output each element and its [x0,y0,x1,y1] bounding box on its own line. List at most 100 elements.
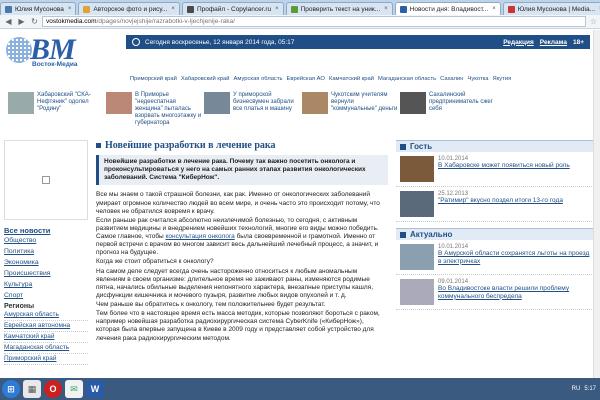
region-link[interactable]: Амурская область [4,310,88,321]
article-lead: Новейшие разработки в лечение рака. Поче… [96,155,388,186]
guest-section-header: Гость [396,140,596,152]
browser-tab[interactable]: Проверить текст на уник... × [285,2,393,15]
news-thumbnail [400,279,434,305]
news-item-text: 09.01.2014 Во Владивостоке власти решили … [438,279,592,305]
region-link[interactable]: Приморский край [130,76,177,86]
teaser-thumbnail [8,92,34,114]
news-teaser[interactable]: У приморской бизнесвумен забрали все пла… [204,92,302,134]
mail-icon[interactable]: ✉ [65,380,83,398]
tab-close-icon[interactable]: × [275,6,279,12]
browser-tab[interactable]: Юлия Мусонова × [0,2,77,15]
region-link[interactable]: Приморский край [4,354,88,365]
reload-icon[interactable]: ↻ [29,16,40,27]
news-teaser[interactable]: Сахалинский предприниматель сжег себя [400,92,498,134]
category-list: Общество Политика Экономика Происшествия Кул… [4,235,88,301]
region-link[interactable]: Чукотка [467,76,488,86]
category-link[interactable]: Политика [4,246,88,257]
browser-tab[interactable]: Юлия Мусонова | Media...× [502,2,600,15]
news-headline[interactable]: В Хабаровске может появиться новый роль [438,162,570,170]
url-path: /dpages/novjejshije/razrabotki-v-ljechje… [96,18,235,25]
news-item[interactable]: 09.01.2014 Во Владивостоке власти решили … [396,275,596,310]
tab-title: Профайл - Copylancer.ru [196,5,272,13]
news-thumbnail [400,191,434,217]
tab-favicon-icon [399,5,407,13]
site-header: ВМ Восток-Медиа Сегодня воскресенье, 12 … [0,29,600,71]
news-teaser[interactable]: Хабаровский "СКА-Нефтяник" одолел "Родин… [8,92,106,134]
word-icon[interactable]: W [86,380,104,398]
browser-tab[interactable]: Авторское фото и рису... × [78,2,180,15]
tab-favicon-icon [507,5,515,13]
tab-title: Авторское фото и рису... [93,5,168,13]
region-nav: Приморский край Хабаровский край Амурская … [130,76,600,86]
category-link[interactable]: Экономика [4,257,88,268]
system-tray: RU 5:17 [568,386,600,392]
teaser-thumbnail [204,92,230,114]
news-teaser[interactable]: Чукотским учителям вернули "коммунальные… [302,92,400,134]
news-item[interactable]: 10.01.2014 В Хабаровске может появиться н… [396,152,596,187]
region-link[interactable]: Камчатский край [329,76,374,86]
date-bar: Сегодня воскресенье, 12 января 2014 года… [126,35,590,49]
site-logo[interactable]: ВМ Восток-Медиа [6,33,116,69]
page-scrollbar[interactable] [593,30,600,378]
language-indicator[interactable]: RU [572,386,581,392]
teaser-headline[interactable]: Сахалинский предприниматель сжег себя [429,92,498,134]
taskbar: ⊞ ▦ O ✉ W RU 5:17 [0,378,600,400]
all-news-link[interactable]: Все новости [4,226,88,235]
browser-tab[interactable]: Новости дня: Владивост... × [394,2,501,15]
tab-close-icon[interactable]: × [68,6,72,12]
forward-icon[interactable]: ▶ [16,16,27,27]
category-link[interactable]: Происшествия [4,268,88,279]
category-link[interactable]: Общество [4,235,88,246]
bookmark-star-icon[interactable]: ☆ [590,17,597,26]
tray-time: 5:17 [584,386,596,392]
news-item[interactable]: 25.12.2013 "Ратимир" вкусно поздел итоги … [396,187,596,222]
region-link[interactable]: Магаданская область [4,343,88,354]
news-thumbnail [400,244,434,270]
paragraph: Если раньше рак считался абсолютно неизл… [96,217,388,258]
region-link[interactable]: Хабаровский край [181,76,230,86]
actual-section-header: Актуально [396,228,596,240]
tab-close-icon[interactable]: × [492,6,496,12]
news-headline[interactable]: Во Владивостоке власти решили проблему к… [438,285,592,301]
editorial-link[interactable]: Редакция [503,39,534,46]
news-headline[interactable]: В Амурской области сохранятся льготы на … [438,250,592,266]
region-link[interactable]: Еврейская автономна [4,321,88,332]
teaser-headline[interactable]: У приморской бизнесвумен забрали все пла… [233,92,302,134]
back-icon[interactable]: ◀ [3,16,14,27]
title-bullet-icon [96,143,101,148]
opera-icon[interactable]: O [44,380,62,398]
tab-favicon-icon [186,5,194,13]
region-link[interactable]: Сахалин [440,76,463,86]
news-teasers: Хабаровский "СКА-Нефтяник" одолел "Родин… [8,92,596,134]
region-link[interactable]: Амурская область [234,76,283,86]
news-headline[interactable]: "Ратимир" вкусно поздел итоги 13-го года [438,197,563,205]
paragraph: На самом деле следует всегда очень насто… [96,267,374,299]
article-title-text: Новейшие разработки в лечение рака [105,140,276,151]
teaser-headline[interactable]: В Приморье "недееспатная женщина" пытала… [135,92,204,134]
address-bar: ◀ ▶ ↻ vostokmedia.com/dpages/novjejshije… [0,15,600,29]
section-bullet-icon [400,231,406,238]
url-field[interactable]: vostokmedia.com/dpages/novjejshije/razra… [42,16,586,27]
category-link[interactable]: Культура [4,279,88,290]
region-link[interactable]: Магаданская область [378,76,436,86]
tab-close-icon[interactable]: × [384,6,388,12]
news-item[interactable]: 10.01.2014 В Амурской области сохранятся … [396,240,596,275]
news-teaser[interactable]: В Приморье "недееспатная женщина" пытала… [106,92,204,134]
teaser-headline[interactable]: Чукотским учителям вернули "коммунальные… [331,92,400,134]
browser-tab[interactable]: Профайл - Copylancer.ru × [181,2,284,15]
teaser-thumbnail [302,92,328,114]
region-link[interactable]: Еврейская АО [287,76,325,86]
explorer-icon[interactable]: ▦ [23,380,41,398]
tab-close-icon[interactable]: × [171,6,175,12]
region-link[interactable]: Камчатский край [4,332,88,343]
teaser-headline[interactable]: Хабаровский "СКА-Нефтяник" одолел "Родин… [37,92,106,134]
region-link[interactable]: Якутия [493,76,512,86]
news-item-text: 10.01.2014 В Хабаровске может появиться н… [438,156,570,182]
regions-title: Регионы [4,303,35,310]
paragraph: Тем более что в настоящее время есть мас… [96,310,380,342]
oncologist-link[interactable]: консультация онколога [166,233,235,240]
start-button-icon[interactable]: ⊞ [2,380,20,398]
image-placeholder-icon [42,176,50,184]
advertising-link[interactable]: Реклама [540,39,567,46]
category-link[interactable]: Спорт [4,290,88,301]
